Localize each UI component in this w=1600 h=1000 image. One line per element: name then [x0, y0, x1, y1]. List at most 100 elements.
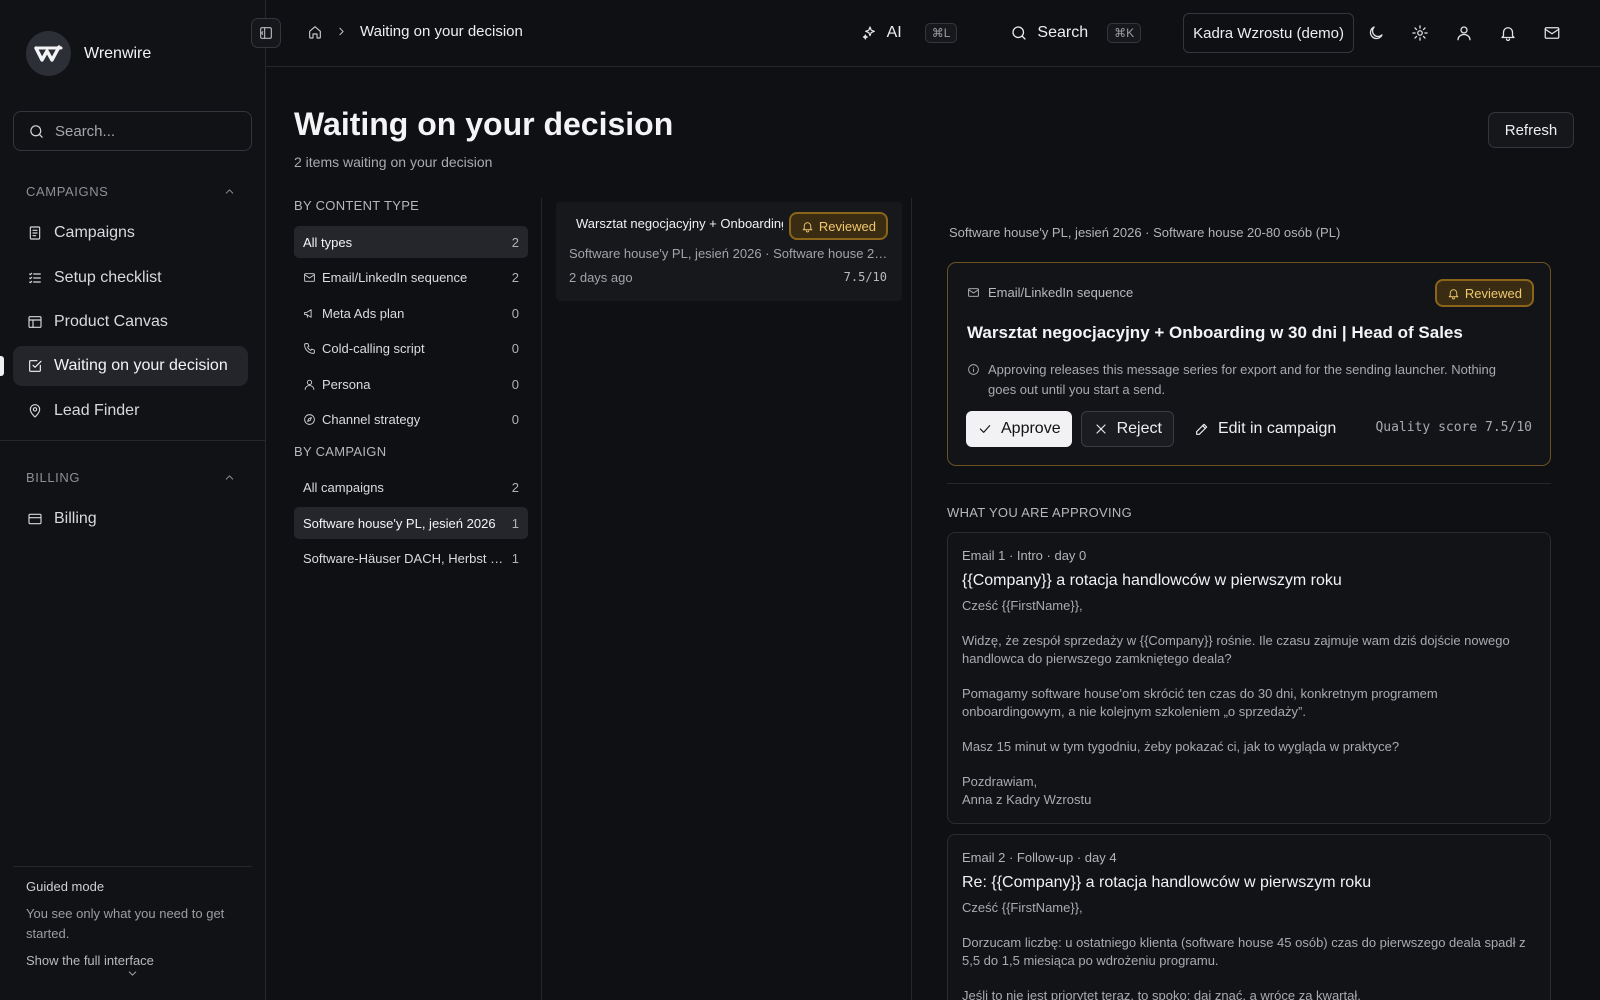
- section-header-billing[interactable]: BILLING: [26, 470, 236, 485]
- chevron-right-icon: [339, 27, 344, 36]
- topbar-actions: AI ⌘L Search ⌘K Kadra Wzrostu (demo): [862, 13, 1574, 53]
- moon-icon: [1369, 26, 1383, 40]
- status-badge: Reviewed: [1434, 279, 1534, 307]
- user-icon: [304, 379, 315, 390]
- filter-label: Email/LinkedIn sequence: [322, 270, 468, 285]
- page-subtitle: 2 items waiting on your decision: [294, 154, 493, 170]
- queue-item-score: 7.5/10: [843, 270, 887, 284]
- sidebar-search-input[interactable]: Search...: [13, 111, 252, 151]
- phone-icon: [304, 343, 315, 354]
- profile-button[interactable]: [1442, 24, 1486, 42]
- search-shortcut: ⌘K: [1107, 23, 1142, 43]
- filter-channel-strategy[interactable]: Channel strategy 0: [294, 404, 528, 436]
- filter-all-types[interactable]: All types 2: [294, 226, 528, 258]
- filter-meta-ads-plan[interactable]: Meta Ads plan 0: [294, 297, 528, 329]
- sidebar-item-product-canvas[interactable]: Product Canvas: [13, 302, 248, 342]
- filter-campaign-dach[interactable]: Software-Häuser DACH, Herbst 2026 1: [294, 543, 528, 575]
- guided-mode-text: You see only what you need to get starte…: [26, 906, 225, 941]
- sidebar-item-label: Billing: [54, 510, 97, 527]
- filter-label: Channel strategy: [322, 412, 421, 427]
- filter-label: Software house'y PL, jesień 2026: [303, 515, 496, 531]
- mail-icon: [1544, 27, 1560, 39]
- filter-cold-calling-script[interactable]: Cold-calling script 0: [294, 333, 528, 365]
- topbar-search-button[interactable]: Search ⌘K: [1010, 23, 1142, 43]
- filter-label: All types: [303, 234, 353, 250]
- inbox-button[interactable]: [1530, 24, 1574, 42]
- filter-email-linkedin-sequence[interactable]: Email/LinkedIn sequence 2: [294, 262, 528, 294]
- pencil-icon: [1196, 423, 1208, 435]
- gear-icon: [1412, 25, 1428, 41]
- filter-count: 0: [511, 305, 519, 321]
- bell-icon: [1501, 27, 1515, 42]
- active-indicator: [0, 356, 4, 376]
- notifications-button[interactable]: [1486, 24, 1530, 42]
- filter-count: 0: [511, 341, 519, 356]
- content-type-text: Email/LinkedIn sequence: [988, 285, 1134, 300]
- sidebar-item-lead-finder[interactable]: Lead Finder: [13, 391, 248, 431]
- check-icon: [979, 425, 991, 433]
- reject-button[interactable]: Reject: [1080, 411, 1174, 447]
- sidebar-toggle-button[interactable]: [251, 18, 281, 48]
- email-card: Email 1 · Intro · day 0 {{Company}} a ro…: [947, 532, 1551, 824]
- map-pin-icon: [29, 404, 41, 418]
- layout-icon: [28, 316, 42, 328]
- sidebar-search-placeholder: Search...: [55, 122, 116, 140]
- breadcrumb-current: Waiting on your decision: [360, 23, 523, 40]
- section-header-campaigns[interactable]: CAMPAIGNS: [26, 184, 236, 199]
- sidebar-item-label: Setup checklist: [54, 269, 162, 286]
- column-divider: [541, 198, 542, 1000]
- filter-label: All campaigns: [303, 480, 384, 495]
- sidebar: Wrenwire Search... CAMPAIGNS Campaigns S…: [0, 0, 266, 1000]
- checklist-icon: [29, 272, 41, 284]
- topbar: Waiting on your decision AI ⌘L Search ⌘K…: [251, 0, 1600, 67]
- filter-label: Meta Ads plan: [322, 305, 405, 321]
- approval-note: Approving releases this message series f…: [967, 360, 1507, 400]
- refresh-button[interactable]: Refresh: [1488, 112, 1574, 148]
- filter-label: Cold-calling script: [322, 341, 425, 356]
- approve-label: Approve: [1001, 420, 1061, 437]
- sidebar-item-label: Product Canvas: [54, 313, 168, 330]
- theme-toggle-button[interactable]: [1354, 24, 1398, 42]
- bell-icon: [802, 221, 813, 232]
- brand[interactable]: Wrenwire: [26, 31, 151, 76]
- email-body: Cześć {{FirstName}}, Dorzucam liczbę: u …: [962, 899, 1536, 1000]
- filter-persona[interactable]: Persona 0: [294, 368, 528, 400]
- edit-label: Edit in campaign: [1217, 420, 1337, 437]
- guided-mode-panel: Guided mode You see only what you need t…: [13, 866, 252, 976]
- sidebar-item-label: Campaigns: [54, 224, 135, 241]
- megaphone-icon: [304, 308, 312, 318]
- home-icon[interactable]: [307, 24, 323, 40]
- sidebar-divider: [0, 440, 266, 441]
- list-box-icon: [29, 226, 41, 240]
- sidebar-item-label: Waiting on your decision: [54, 357, 228, 374]
- queue-list-item[interactable]: Warsztat negocjacyjny + Onboarding w 30 …: [556, 202, 902, 301]
- page-title: Waiting on your decision: [294, 106, 674, 142]
- chevron-down-icon[interactable]: [126, 967, 139, 980]
- sidebar-item-setup-checklist[interactable]: Setup checklist: [13, 258, 248, 298]
- sidebar-item-billing[interactable]: Billing: [13, 499, 248, 539]
- section-divider: [947, 483, 1551, 484]
- email-card: Email 2 · Follow-up · day 4 Re: {{Compan…: [947, 834, 1551, 1000]
- show-full-interface-link[interactable]: Show the full interface: [26, 953, 239, 968]
- ai-button[interactable]: AI ⌘L: [862, 23, 958, 43]
- queue-item-time: 2 days ago: [569, 270, 633, 285]
- settings-button[interactable]: [1398, 24, 1442, 42]
- filter-count: 2: [511, 480, 519, 495]
- search-label: Search: [1037, 24, 1089, 41]
- panel-left-icon: [260, 27, 272, 39]
- credit-card-icon: [28, 513, 42, 525]
- filter-all-campaigns[interactable]: All campaigns 2: [294, 472, 528, 504]
- status-badge-label: Reviewed: [818, 218, 876, 234]
- approving-heading: WHAT YOU ARE APPROVING: [947, 505, 1133, 520]
- quality-score: Quality score 7.5/10: [1375, 420, 1532, 435]
- edit-in-campaign-button[interactable]: Edit in campaign: [1194, 420, 1336, 438]
- email-subject: {{Company}} a rotacja handlowców w pierw…: [962, 572, 1342, 589]
- workspace-switcher[interactable]: Kadra Wzrostu (demo): [1183, 13, 1354, 53]
- filter-campaign-pl[interactable]: Software house'y PL, jesień 2026 1: [294, 507, 528, 539]
- email-paragraph: Dorzucam liczbę: u ostatniego klienta (s…: [962, 935, 1526, 968]
- ai-label: AI: [886, 24, 902, 41]
- section-title-billing: BILLING: [26, 470, 81, 485]
- approve-button[interactable]: Approve: [966, 411, 1072, 447]
- sidebar-item-waiting-on-your-decision[interactable]: Waiting on your decision: [13, 346, 248, 386]
- sidebar-item-campaigns[interactable]: Campaigns: [13, 213, 248, 253]
